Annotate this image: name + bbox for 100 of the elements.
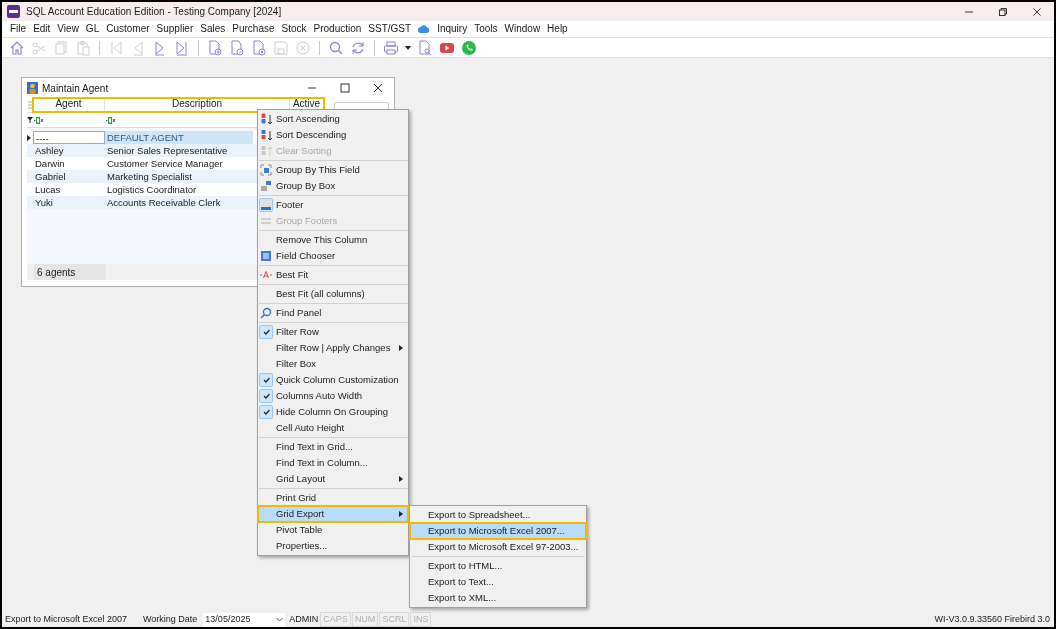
submenu-arrow-icon [399,511,403,517]
refresh-icon [350,39,366,56]
menu-item[interactable]: Print Grid [258,490,408,506]
menu-item[interactable]: Group By This Field [258,162,408,178]
table-cell-text: Ashley [34,144,65,157]
caret-down-icon [405,45,411,50]
menu-item[interactable]: Export to Spreadsheet... [410,507,586,523]
toolbar-button[interactable] [206,38,224,57]
menu-item[interactable]: Sales [200,22,226,36]
last-icon [174,39,190,56]
table-cell-text: Marketing Specialist [106,170,193,183]
table-cell-text: Accounts Receivable Clerk [106,196,222,209]
best-fit-icon [260,269,272,281]
menu-item[interactable]: Export to Text... [410,574,586,590]
menu-item[interactable]: Quick Column Customization [258,372,408,388]
home-icon [9,39,25,56]
table-cell-text: Lucas [34,183,62,196]
cloud-icon [418,25,431,33]
scissors-icon [31,39,47,56]
menu-item[interactable]: Field Chooser [258,248,408,264]
table-cell-text: Senior Sales Representative [106,144,229,157]
row-indicator-icon [27,134,31,141]
status-hint: Export to Microsoft Excel 2007 [5,612,129,626]
table-cell-text: Customer Service Manager [106,157,224,170]
menu-item[interactable]: Best Fit (all columns) [258,286,408,302]
menu-item[interactable]: Filter Row | Apply Changes [258,340,408,356]
checkmark-icon [262,393,270,399]
submenu-arrow-icon [399,345,403,351]
menu-item[interactable]: Hide Column On Grouping [258,404,408,420]
toolbar-button[interactable] [460,38,478,57]
menu-item[interactable]: SST/GST [368,22,412,36]
menu-item[interactable]: Export to HTML... [410,558,586,574]
menu-item[interactable]: Grid Layout [258,471,408,487]
menu-item[interactable]: Find Panel [258,305,408,321]
checkmark-icon [262,377,270,383]
keyboard-indicator: SCRL [379,611,410,628]
menu-item[interactable]: Export to Microsoft Excel 97-2003... [410,539,586,555]
menu-item[interactable]: File [10,22,27,36]
table-cell-text: Gabriel [34,170,67,183]
table-cell: ---- [33,131,105,144]
menu-item[interactable]: Sort Descending [258,127,408,143]
chevron-down-icon [276,617,284,622]
menu-item[interactable]: Edit [33,22,51,36]
keyboard-indicator: INS [410,611,432,628]
restore-icon [998,6,1008,17]
menu-item[interactable]: Inquiry [437,22,468,36]
agent-icon [27,82,38,94]
menu-item[interactable]: Filter Row [258,324,408,340]
menu-item[interactable]: Sort Ascending [258,111,408,127]
menu-item[interactable]: Window [504,22,541,36]
menu-item[interactable]: Best Fit [258,267,408,283]
version-text: WI-V3.0.9.33560 Firebird 3.0 [934,612,1050,626]
filter-icon [27,117,33,123]
menu-item[interactable]: Remove This Column [258,232,408,248]
menu-item[interactable]: Supplier [156,22,194,36]
menu-item[interactable]: Export to XML... [410,590,586,606]
maximize-icon [339,83,350,93]
filter-operator-icon[interactable] [34,116,44,124]
menu-item[interactable]: Properties... [258,538,408,554]
menu-item[interactable]: Cell Auto Height [258,420,408,436]
menu-item[interactable]: Export to Microsoft Excel 2007... [410,523,586,539]
menu-item[interactable]: Tools [474,22,498,36]
menu-item[interactable]: Purchase [232,22,275,36]
menu-item[interactable]: Production [313,22,362,36]
filter-operator-icon[interactable] [106,116,116,124]
table-cell: DEFAULT AGENT [105,131,253,144]
save-icon [273,39,289,56]
column-header[interactable]: Agent [33,98,105,112]
search-icon [260,307,272,319]
clear-sorting-icon [260,145,272,157]
grid-footer-cell: 6 agents [34,264,106,280]
user-name: ADMIN [289,612,319,626]
group-box-icon [260,180,272,192]
menu-item[interactable]: Grid Export [258,506,408,522]
table-cell-text: Logistics Coordinator [106,183,198,196]
menu-item[interactable]: Help [547,22,568,36]
toolbar-button[interactable] [250,38,268,57]
close-icon [1032,6,1042,17]
window-title: SQL Account Education Edition - Testing Company [2024] [26,5,282,19]
app-logo-icon [7,5,20,18]
menu-item[interactable]: Footer [258,197,408,213]
submenu-arrow-icon [399,476,403,482]
toolbar-button[interactable] [228,38,246,57]
working-date-field[interactable]: 13/05/2025 [203,612,286,627]
cancel-icon [295,39,311,56]
menu-item[interactable]: Columns Auto Width [258,388,408,404]
menu-item[interactable]: Find Text in Grid... [258,439,408,455]
window-title: Maintain Agent [42,81,109,96]
menu-item[interactable]: Customer [106,22,150,36]
menu-item[interactable]: GL [85,22,100,36]
menu-item[interactable]: View [57,22,79,36]
menu-item[interactable]: Find Text in Column... [258,455,408,471]
group-footers-icon [260,215,272,227]
first-icon [108,39,124,56]
menu-item[interactable]: Stock [281,22,307,36]
working-date-label: Working Date [143,612,198,626]
table-cell-text: Yuki [34,196,54,209]
menu-item[interactable]: Pivot Table [258,522,408,538]
menu-item[interactable]: Group By Box [258,178,408,194]
menu-item[interactable]: Filter Box [258,356,408,372]
